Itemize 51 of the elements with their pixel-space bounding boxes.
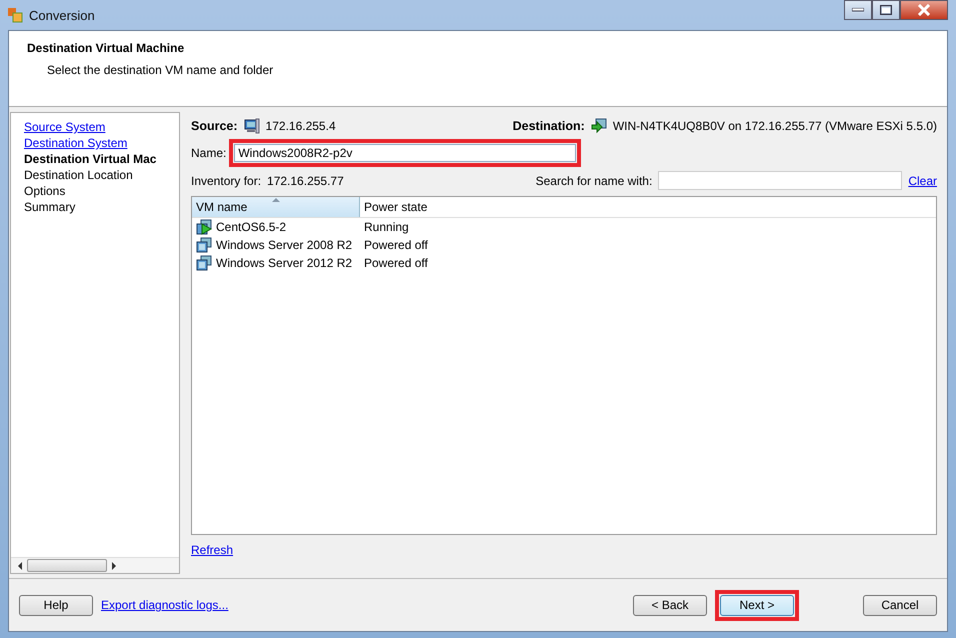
horizontal-scrollbar[interactable] [11,557,179,573]
search-field[interactable] [658,171,902,190]
vm-icon [196,237,212,253]
power-state: Running [364,220,409,234]
source-address: 172.16.255.4 [266,119,336,133]
maximize-icon [880,5,892,15]
sidebar-item[interactable]: Destination Virtual Mac [24,151,179,167]
power-state: Powered off [364,256,428,270]
back-button[interactable]: < Back [633,594,707,616]
minimize-icon [852,8,864,12]
next-button[interactable]: Next > [720,594,794,616]
app-icon [7,7,23,23]
vm-name: Windows Server 2008 R2 [216,238,352,252]
scroll-right-icon[interactable] [111,562,117,570]
page-subtitle: Select the destination VM name and folder [47,63,274,77]
source-label: Source: [191,119,238,133]
destination-host: WIN-N4TK4UQ8B0V on 172.16.255.77 (VMware ESXi 5.5.0) [612,119,937,133]
sidebar-link[interactable]: Destination System [24,135,179,151]
sidebar-item[interactable]: Options [24,183,179,199]
power-state: Powered off [364,238,428,252]
page-title: Destination Virtual Machine [27,41,186,55]
scroll-left-icon[interactable] [17,562,23,570]
clear-link[interactable]: Clear [908,174,937,188]
inventory-host: 172.16.255.77 [267,174,344,188]
running-vm-icon [196,219,212,235]
sidebar-item[interactable]: Summary [24,199,179,215]
column-header[interactable]: Power state [360,197,428,217]
minimize-button[interactable] [844,0,872,20]
computer-icon [244,118,260,134]
close-button[interactable] [900,0,948,20]
window-title: Conversion [29,8,95,22]
name-label: Name: [191,146,226,160]
cancel-button[interactable]: Cancel [863,594,937,616]
sidebar-link[interactable]: Source System [24,119,179,135]
column-header[interactable]: VM name [192,197,360,217]
name-field[interactable]: Windows2008R2-p2v [234,144,576,162]
sort-icon [272,198,280,202]
scroll-thumb[interactable] [27,559,107,572]
help-button[interactable]: Help [19,594,93,616]
destination-label: Destination: [512,119,585,133]
close-icon [917,4,931,16]
refresh-link[interactable]: Refresh [191,543,234,557]
vm-arrow-icon [590,118,607,134]
search-label: Search for name with: [536,174,652,188]
maximize-button[interactable] [872,0,900,20]
sidebar-item[interactable]: Destination Location [24,167,179,183]
vm-name: CentOS6.5-2 [216,220,286,234]
inventory-label: Inventory for: [191,174,262,188]
vm-name: Windows Server 2012 R2 [216,256,352,270]
export-logs-link[interactable]: Export diagnostic logs... [101,598,228,612]
vm-icon [196,255,212,271]
